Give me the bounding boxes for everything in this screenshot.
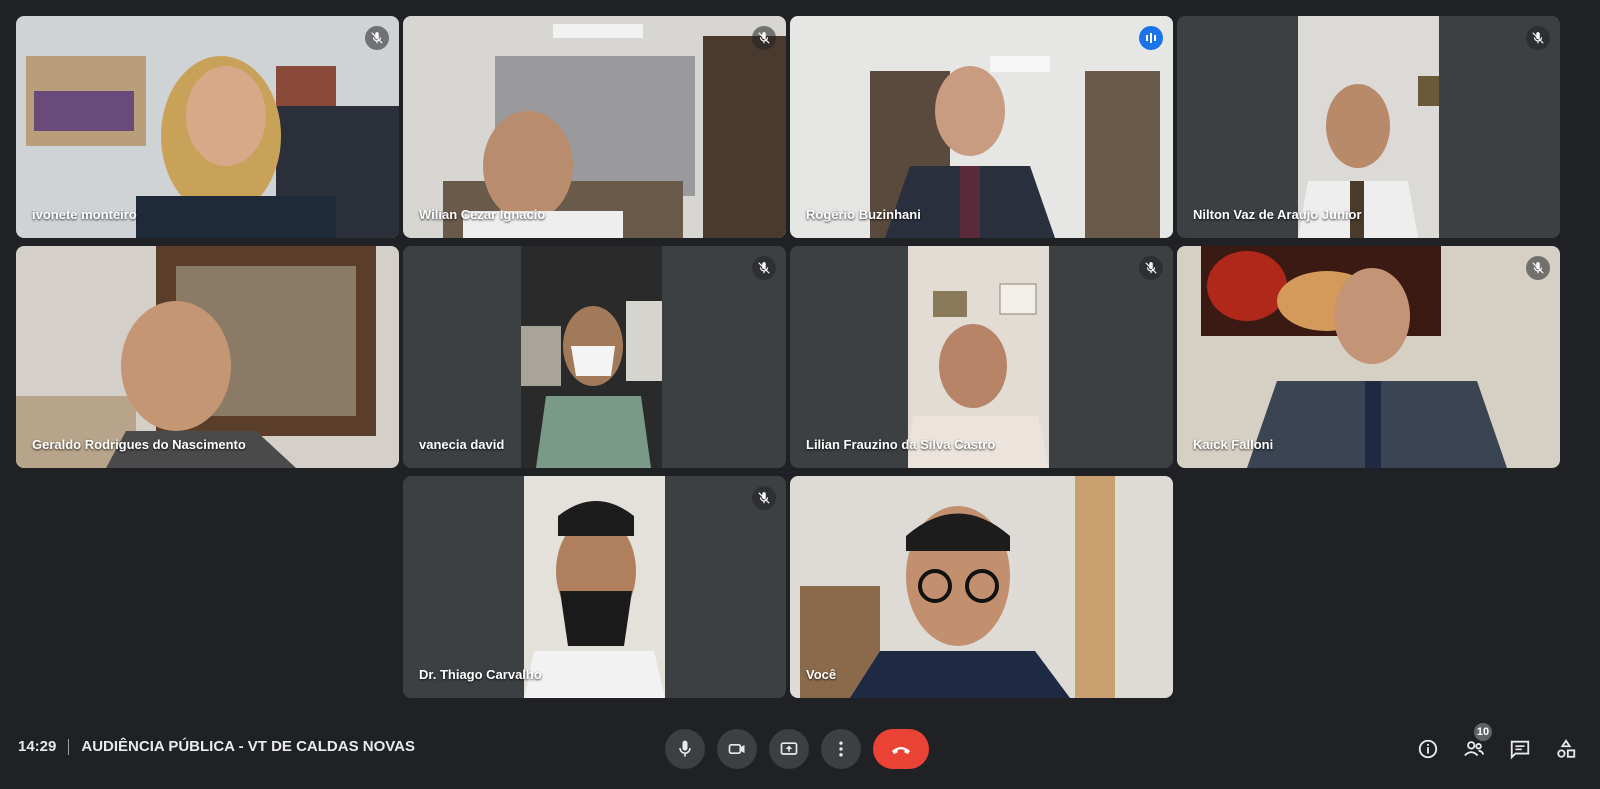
participant-video	[16, 16, 399, 238]
participant-video	[790, 16, 1173, 238]
mic-off-icon	[1526, 256, 1550, 280]
participant-name: Wilian Cezar Ignacio	[419, 207, 546, 222]
participant-tile[interactable]: Geraldo Rodrigues do Nascimento	[16, 246, 399, 468]
people-icon	[1464, 741, 1485, 757]
camera-icon	[728, 744, 745, 754]
participant-video	[1177, 246, 1560, 468]
mic-off-icon	[752, 256, 776, 280]
more-options-button[interactable]	[821, 729, 861, 769]
self-view-video	[790, 476, 1173, 698]
participant-tile[interactable]: Dr. Thiago Carvalho	[403, 476, 786, 698]
participant-tile-active-speaker[interactable]: Rogério Buzinhani	[790, 16, 1173, 238]
participant-video	[1298, 16, 1439, 238]
participant-name: ivonete monteiro	[32, 207, 137, 222]
mic-off-icon	[365, 26, 389, 50]
meeting-title: AUDIÊNCIA PÚBLICA - VT DE CALDAS NOVAS	[81, 738, 415, 755]
participant-name: vanecia david	[419, 437, 505, 452]
participant-tile[interactable]: Wilian Cezar Ignacio	[403, 16, 786, 238]
mic-off-icon	[752, 26, 776, 50]
present-screen-icon	[780, 742, 798, 755]
microphone-icon	[679, 740, 691, 757]
present-screen-button[interactable]	[769, 729, 809, 769]
microphone-button[interactable]	[665, 729, 705, 769]
participant-tile[interactable]: vanecia david	[403, 246, 786, 468]
participant-video	[403, 16, 786, 238]
meeting-details-icon	[1418, 739, 1438, 759]
camera-button[interactable]	[717, 729, 757, 769]
people-count-badge: 10	[1474, 723, 1492, 741]
participant-video	[16, 246, 399, 468]
participant-video	[521, 246, 662, 468]
participant-tile[interactable]: Kaick Falloni	[1177, 246, 1560, 468]
mic-off-icon	[752, 486, 776, 510]
meeting-info: 14:29 AUDIÊNCIA PÚBLICA - VT DE CALDAS N…	[18, 738, 415, 755]
more-options-icon	[839, 741, 843, 757]
participant-tile[interactable]: Lilian Frauzino da Silva Castro	[790, 246, 1173, 468]
self-view-tile[interactable]: Você	[790, 476, 1173, 698]
participant-tile[interactable]: ivonete monteiro	[16, 16, 399, 238]
bottom-toolbar: 14:29 AUDIÊNCIA PÚBLICA - VT DE CALDAS N…	[0, 709, 1600, 789]
participant-name: Rogério Buzinhani	[806, 207, 921, 222]
hang-up-button[interactable]	[873, 729, 929, 769]
meet-window: ivonete monteiro Wilian Cezar Ignacio Ro…	[0, 0, 1600, 789]
call-controls	[665, 729, 929, 769]
activities-button[interactable]	[1546, 729, 1586, 769]
chat-button[interactable]	[1500, 729, 1540, 769]
participant-video	[908, 246, 1049, 468]
people-button[interactable]: 10	[1454, 723, 1494, 769]
hang-up-icon	[892, 747, 910, 754]
activities-icon	[1557, 739, 1576, 758]
mic-off-icon	[1526, 26, 1550, 50]
participant-name: Kaick Falloni	[1193, 437, 1274, 452]
mic-off-icon	[1139, 256, 1163, 280]
clock-time: 14:29	[18, 738, 57, 755]
participant-name: Lilian Frauzino da Silva Castro	[806, 437, 996, 452]
participant-name: Dr. Thiago Carvalho	[419, 667, 542, 682]
speaking-indicator-icon	[1139, 26, 1163, 50]
chat-icon	[1510, 740, 1530, 760]
participant-name: Geraldo Rodrigues do Nascimento	[32, 437, 246, 452]
participant-name: Nilton Vaz de Araujo Junior	[1193, 207, 1362, 222]
participant-tile[interactable]: Nilton Vaz de Araujo Junior	[1177, 16, 1560, 238]
participant-name: Você	[806, 667, 837, 682]
divider	[68, 738, 70, 755]
side-panel-controls: 10	[1408, 723, 1586, 769]
participant-video	[524, 476, 665, 698]
meeting-details-button[interactable]	[1408, 729, 1448, 769]
